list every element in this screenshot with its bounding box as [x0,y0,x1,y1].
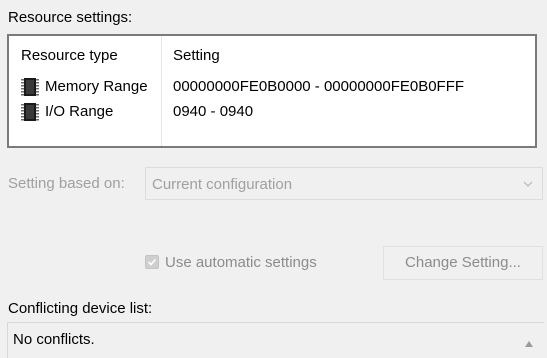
setting-based-on-label: Setting based on: [8,175,125,192]
conflicting-device-list[interactable]: No conflicts. [7,322,544,358]
resource-type-cell: I/O Range [45,103,114,120]
resource-row[interactable]: Memory Range 00000000FE0B0000 - 00000000… [9,76,535,98]
memory-chip-icon [20,77,40,97]
memory-chip-icon [20,102,40,122]
resource-row[interactable]: I/O Range 0940 - 0940 [9,101,535,123]
chevron-down-icon [522,177,534,189]
change-setting-button[interactable]: Change Setting... [383,246,543,280]
resource-type-cell: Memory Range [45,78,148,95]
resource-setting-cell: 0940 - 0940 [173,103,254,120]
resource-setting-cell: 00000000FE0B0000 - 00000000FE0B0FFF [173,78,465,95]
dropdown-selected-value: Current configuration [152,176,293,193]
resource-settings-label: Resource settings: [8,9,133,26]
column-header-setting[interactable]: Setting [173,47,220,64]
checkbox-label: Use automatic settings [165,254,317,271]
column-header-resource-type[interactable]: Resource type [21,47,118,64]
conflict-text: No conflicts. [13,331,95,348]
checkbox-box[interactable] [145,255,159,269]
scroll-up-arrow-icon[interactable] [524,335,534,347]
setting-based-on-dropdown[interactable]: Current configuration [145,167,543,200]
resource-list[interactable]: Resource type Setting Memory Range 00000… [7,34,537,148]
conflicting-device-list-label: Conflicting device list: [8,300,153,317]
